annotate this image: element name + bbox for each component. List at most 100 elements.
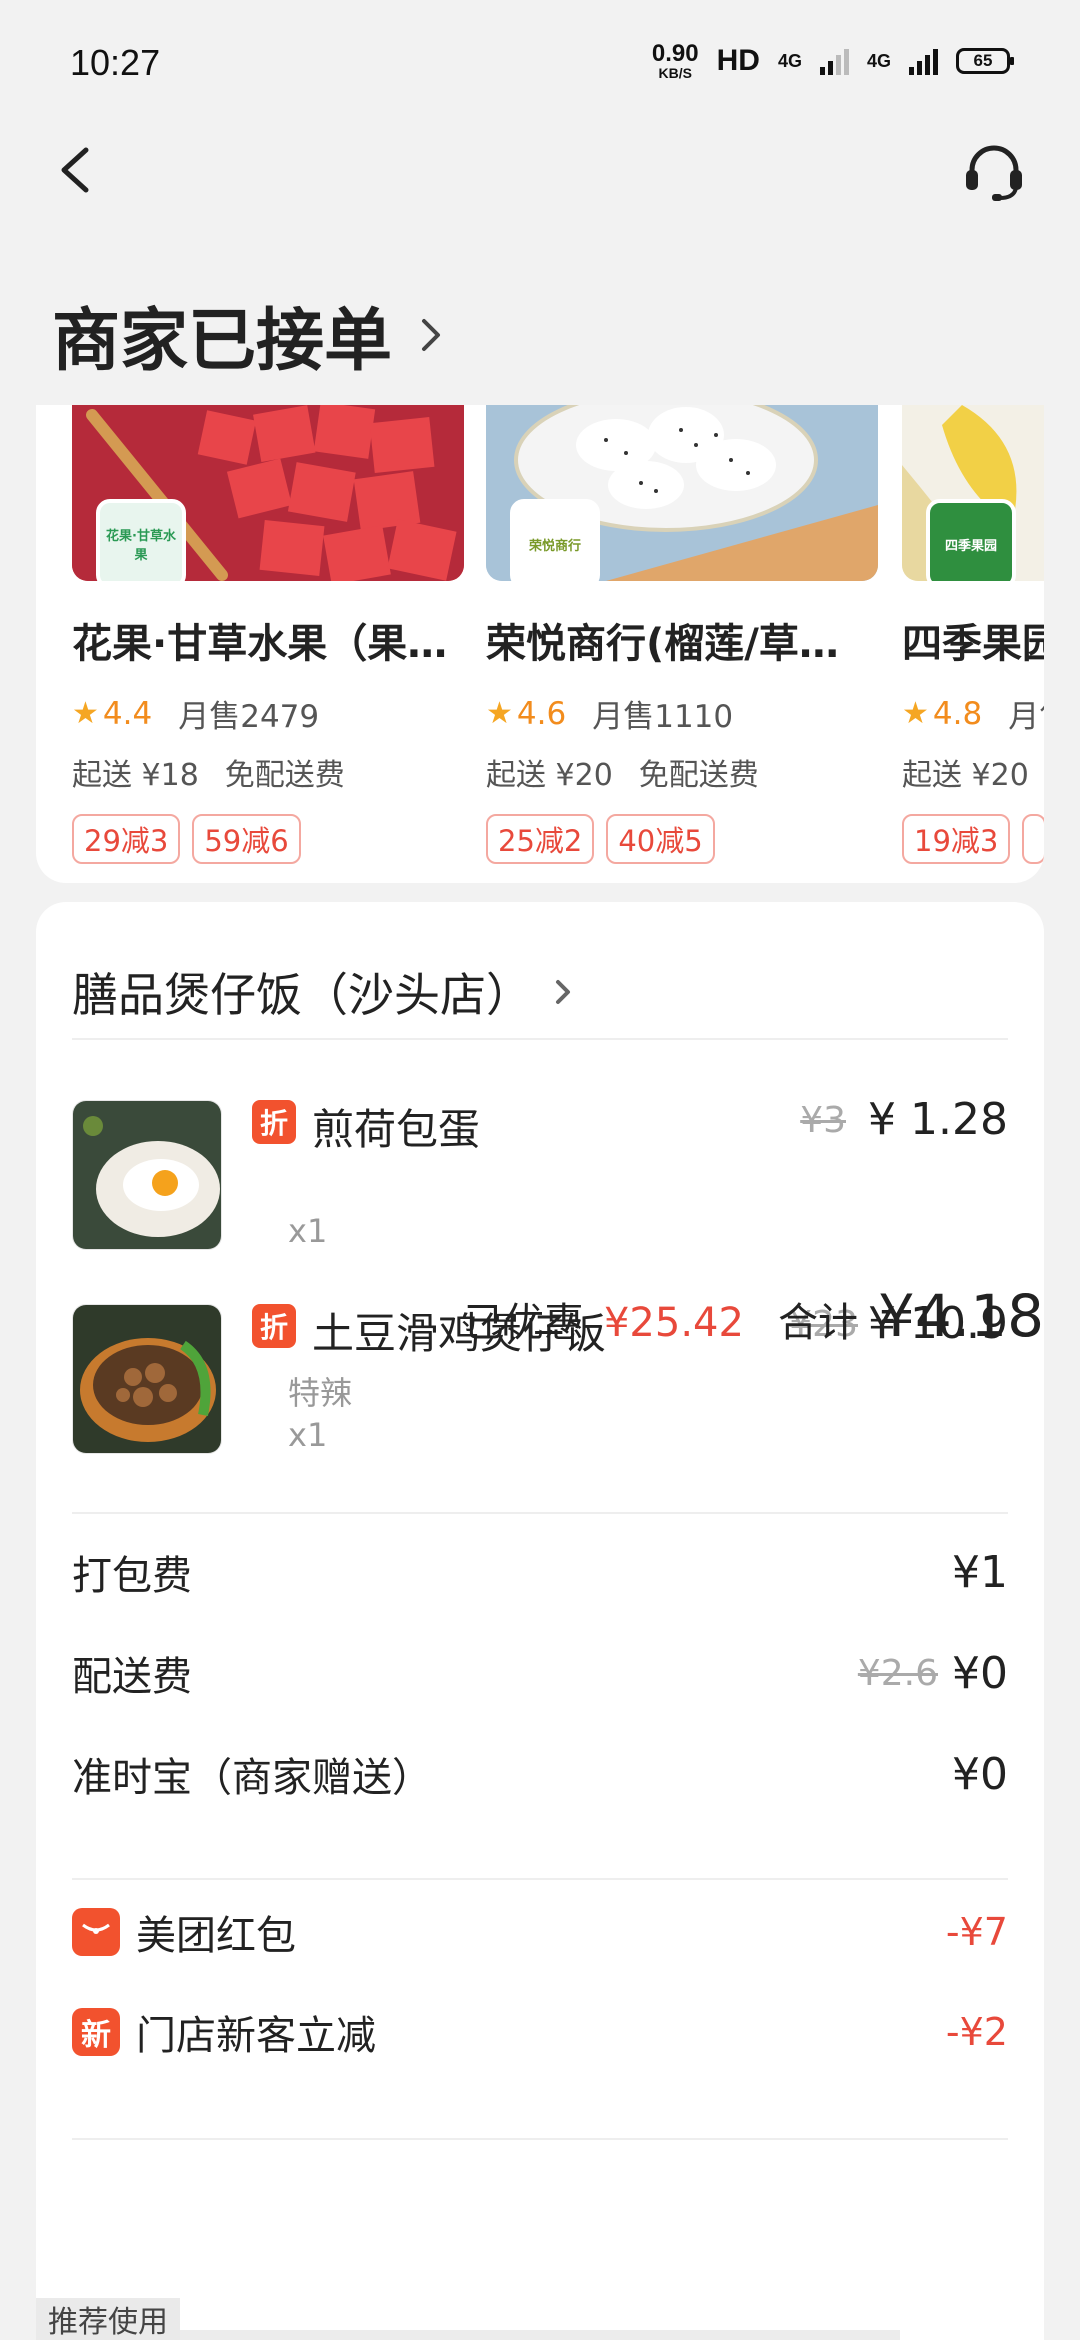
- shop-meta: ★ 4.4 月售2479: [72, 691, 464, 736]
- divider: [72, 1878, 1008, 1880]
- star-icon: ★: [902, 696, 929, 731]
- fee-label: 准时宝（商家赠送）: [72, 1755, 432, 1801]
- chevron-right-icon: [556, 980, 570, 1004]
- shop-card[interactable]: 荣悦商行 荣悦商行(榴莲/草… ★ 4.6 月售1110 起送 ¥20 免配送费 …: [486, 405, 878, 864]
- shop-logo: 花果·甘草水果: [96, 499, 186, 581]
- delivery-fee: 免配送费: [638, 758, 759, 793]
- min-order: 起送 ¥18: [72, 758, 199, 793]
- min-order: 起送 ¥20: [486, 758, 613, 793]
- monthly-sales: 月售2479: [178, 699, 320, 735]
- shop-name: 花果·甘草水果（果…: [72, 621, 448, 667]
- store-link[interactable]: 膳品煲仔饭（沙头店）: [72, 942, 1008, 1042]
- item-original-price: ¥3: [800, 1100, 846, 1141]
- back-button[interactable]: [52, 140, 102, 200]
- shop-meta: ★4.8 月售: [902, 691, 1044, 736]
- item-spec: 特辣: [288, 1374, 353, 1412]
- network-speed: 0.90 KB/S: [651, 40, 699, 81]
- shop-name: 四季果园: [902, 621, 1044, 667]
- fee-value: ¥1: [952, 1546, 1008, 1598]
- network-speed-unit: KB/S: [658, 65, 692, 81]
- promo-tags: 19减3: [902, 814, 1044, 864]
- recommend-use-tab[interactable]: 推荐使用: [36, 2298, 180, 2340]
- chevron-right-icon: [422, 318, 441, 351]
- discount-badge: 折: [252, 1100, 296, 1144]
- network-speed-value: 0.90: [651, 40, 699, 67]
- item-quantity: x1: [288, 1212, 328, 1250]
- customer-service-button[interactable]: [958, 140, 1030, 204]
- promo-tags: 29减3 59减6: [72, 814, 464, 864]
- claypot-rice-image: [73, 1305, 221, 1453]
- total-label: 合计: [777, 1300, 858, 1346]
- divider: [72, 2138, 1008, 2140]
- total-value: ¥4.18: [877, 1282, 1044, 1350]
- shop-logo-text: 四季果园: [944, 538, 997, 554]
- rating-value: 4.6: [516, 695, 567, 732]
- shop-image: 四季果园: [902, 405, 1044, 581]
- page-title: 商家已接单: [52, 302, 393, 381]
- promo-tag: [1022, 814, 1044, 864]
- saved-label: 已优惠: [463, 1300, 584, 1346]
- shop-rating: ★ 4.6: [486, 696, 566, 732]
- shop-rating: ★ 4.4: [72, 696, 152, 732]
- shop-logo: 荣悦商行: [510, 499, 600, 581]
- star-icon: ★: [486, 696, 513, 731]
- red-packet-icon: [72, 1908, 120, 1956]
- shop-image: 花果·甘草水果: [72, 405, 464, 581]
- discount-label: 美团红包: [136, 1913, 296, 1959]
- shop-logo-text: 荣悦商行: [528, 538, 581, 554]
- fee-row-packaging: 打包费 ¥1: [72, 1542, 1008, 1602]
- fee-label: 打包费: [72, 1553, 192, 1599]
- order-item[interactable]: 折 煎荷包蛋 x1 ¥3 ¥ 1.28: [72, 1094, 1008, 1260]
- promo-tag: 40减5: [606, 814, 715, 864]
- discount-value: -¥7: [945, 1910, 1008, 1954]
- promo-tag: 59减6: [192, 814, 301, 864]
- shop-card[interactable]: 花果·甘草水果 花果·甘草水果（果… ★ 4.4 月售2479 起送 ¥18 免配…: [72, 405, 464, 864]
- shop-rating: ★ 4.8: [902, 696, 982, 732]
- network-type-1: 4G: [777, 50, 802, 71]
- promo-tags: 25减2 40减5: [486, 814, 878, 864]
- min-order: 起送 ¥20: [902, 758, 1029, 793]
- status-icons: 0.90 KB/S HD 4G 4G 65: [651, 40, 1014, 81]
- shop-card[interactable]: 四季果园 四季果园 ★4.8 月售 起送 ¥20 19减3: [902, 405, 1044, 864]
- rating-value: 4.4: [102, 695, 153, 732]
- hd-indicator: HD: [716, 44, 760, 77]
- discount-row-new-customer: 新 门店新客立减 -¥2: [72, 2002, 1008, 2062]
- fee-row-delivery: 配送费 ¥2.6 ¥0: [72, 1643, 1008, 1703]
- discount-badge: 折: [252, 1304, 296, 1348]
- rating-value: 4.8: [932, 695, 983, 732]
- divider: [72, 1512, 1008, 1514]
- discount-label: 门店新客立减: [136, 2013, 376, 2059]
- fried-egg-image: [73, 1101, 221, 1249]
- store-name: 膳品煲仔饭（沙头店）: [72, 968, 532, 1022]
- order-summary: 已优惠 ¥25.42 合计 ¥4.18: [464, 1282, 1044, 1350]
- battery-level: 65: [973, 51, 993, 70]
- shop-image: 荣悦商行: [486, 405, 878, 581]
- star-icon: ★: [72, 696, 99, 731]
- shop-shipping: 起送 ¥20: [902, 750, 1044, 794]
- promo-tag: 19减3: [902, 814, 1011, 864]
- shop-name: 荣悦商行(榴莲/草…: [486, 621, 839, 667]
- saved-value: ¥25.42: [603, 1300, 744, 1346]
- chevron-left-icon: [61, 147, 89, 193]
- monthly-sales: 月售: [1008, 699, 1044, 735]
- signal-icon: [819, 47, 849, 75]
- order-detail-card: 膳品煲仔饭（沙头店） 折 煎荷包蛋 x1 ¥3 ¥ 1.28 折 土豆滑鸡煲仔饭…: [36, 902, 1044, 2340]
- shop-logo: 四季果园: [926, 499, 1016, 581]
- fee-value: ¥0: [952, 1748, 1008, 1800]
- headset-icon: [966, 145, 1022, 201]
- fee-value: ¥0: [952, 1647, 1008, 1699]
- fee-original-value: ¥2.6: [857, 1652, 938, 1694]
- recommended-shops-carousel[interactable]: 花果·甘草水果 花果·甘草水果（果… ★ 4.4 月售2479 起送 ¥18 免配…: [36, 405, 1044, 883]
- battery-icon: 65: [956, 48, 1014, 74]
- promo-tag: 25减2: [486, 814, 595, 864]
- item-price: ¥ 1.28: [868, 1094, 1008, 1145]
- item-quantity: x1: [288, 1416, 328, 1454]
- new-customer-icon: 新: [72, 2008, 120, 2056]
- order-status-title[interactable]: 商家已接单: [52, 285, 446, 384]
- fee-label: 配送费: [72, 1654, 192, 1700]
- status-time: 10:27: [70, 42, 161, 83]
- bottom-strip: [180, 2330, 900, 2340]
- shop-shipping: 起送 ¥20 免配送费: [486, 750, 878, 794]
- shop-shipping: 起送 ¥18 免配送费: [72, 750, 464, 794]
- discount-row-red-packet: 美团红包 -¥7: [72, 1902, 1008, 1962]
